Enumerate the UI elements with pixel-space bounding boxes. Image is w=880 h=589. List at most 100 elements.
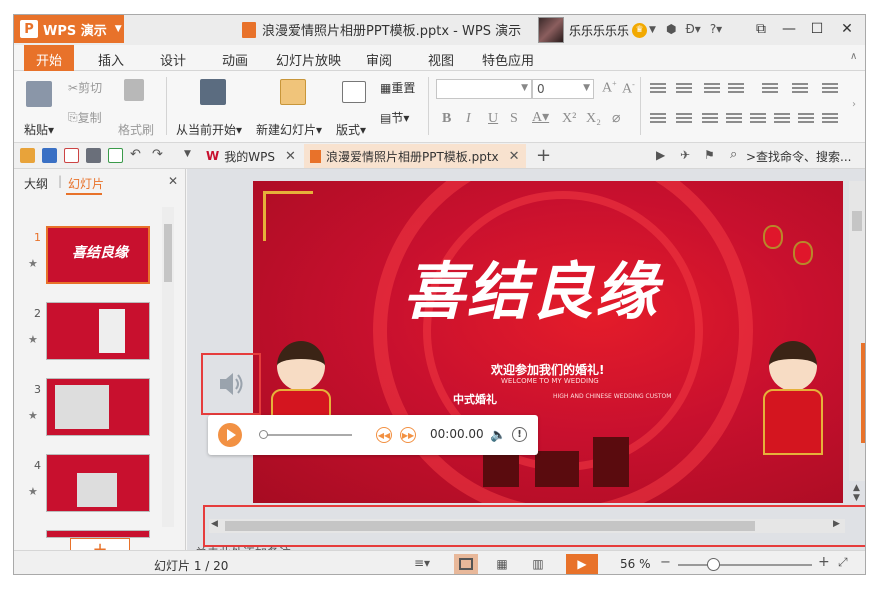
open-folder-icon[interactable] <box>20 148 35 163</box>
doc-tab-home[interactable]: W 我的WPS ✕ <box>200 144 302 168</box>
fit-window-icon[interactable]: ⤢ <box>838 555 848 570</box>
rewind-button[interactable]: ◀◀ <box>376 427 392 443</box>
seek-bar[interactable] <box>260 434 352 436</box>
slide-thumbnail-2[interactable] <box>46 302 150 360</box>
print-icon[interactable] <box>86 148 101 163</box>
align-right-icon[interactable] <box>702 113 718 125</box>
tab-review[interactable]: 审阅 <box>366 50 392 69</box>
collapse-ribbon-icon[interactable]: ∧ <box>850 51 857 62</box>
minimize-button[interactable]: — <box>778 19 800 39</box>
play-button[interactable] <box>218 423 242 447</box>
share-icon[interactable]: Ð▾ <box>685 22 700 36</box>
tab-insert[interactable]: 插入 <box>98 50 124 69</box>
audio-object[interactable] <box>201 353 261 415</box>
font-color-icon[interactable]: A▾ <box>532 109 549 126</box>
info-icon[interactable]: ! <box>512 427 527 442</box>
zoom-out-icon[interactable]: − <box>660 555 671 570</box>
numbered-list-icon[interactable] <box>676 83 692 95</box>
tab-slideshow[interactable]: 幻灯片放映 <box>276 50 341 69</box>
maximize-button[interactable]: ☐ <box>806 19 828 39</box>
tab-design[interactable]: 设计 <box>160 50 186 69</box>
forward-button[interactable]: ▶▶ <box>400 427 416 443</box>
next-slide-icon[interactable]: ▼ <box>853 493 860 503</box>
zoom-level[interactable]: 56 % <box>620 557 651 571</box>
increase-indent-icon[interactable] <box>728 83 744 95</box>
app-menu-button[interactable]: P WPS 演示 ▼ <box>14 15 124 43</box>
search-command-input[interactable]: >查找命令、搜索... <box>746 148 852 165</box>
customize-quick-access-icon[interactable]: ▼ <box>184 149 191 159</box>
slide-title[interactable]: 喜结良缘 <box>403 241 659 331</box>
zoom-slider[interactable] <box>678 564 812 566</box>
font-name-select[interactable]: ▼ <box>436 79 532 99</box>
distribute-icon[interactable] <box>750 113 766 125</box>
slide-sorter-button[interactable]: ▦ <box>490 554 514 574</box>
export-pdf-icon[interactable] <box>64 148 79 163</box>
tab-home[interactable]: 开始 <box>24 45 75 71</box>
bold-icon[interactable]: B <box>442 111 451 127</box>
close-icon[interactable]: ✕ <box>509 149 520 164</box>
new-slide-button[interactable]: 新建幻灯片 ▾ <box>256 121 322 138</box>
scroll-right-icon[interactable]: ▶ <box>833 519 840 529</box>
decrease-indent-icon[interactable] <box>704 83 720 95</box>
text-align-icon[interactable] <box>798 113 814 125</box>
play-slideshow-button[interactable]: ▶ <box>566 554 598 574</box>
more-paragraph-icon[interactable] <box>822 83 838 95</box>
text-direction-icon[interactable] <box>762 83 778 95</box>
reading-view-button[interactable]: ▥ <box>526 554 550 574</box>
slideshow-icon[interactable]: ▶ <box>656 148 665 162</box>
ribbon-scroll-right-icon[interactable]: › <box>852 99 856 110</box>
text-box-icon[interactable] <box>822 113 838 125</box>
normal-view-button[interactable] <box>454 554 478 574</box>
doc-tab-file[interactable]: 浪漫爱情照片相册PPT模板.pptx ✕ <box>304 144 526 168</box>
horizontal-scrollbar-thumb[interactable] <box>225 521 755 531</box>
close-icon[interactable]: ✕ <box>285 149 296 164</box>
from-current-button[interactable]: 从当前开始 ▾ <box>176 121 242 138</box>
slide-thumbnail-5[interactable] <box>46 530 150 538</box>
grow-font-icon[interactable]: A+ <box>602 79 617 97</box>
slide-thumbnail-1[interactable]: 喜结良缘 <box>46 226 150 284</box>
chevron-down-icon[interactable]: ▼ <box>649 25 656 35</box>
tab-view[interactable]: 视图 <box>428 50 454 69</box>
justify-icon[interactable] <box>726 113 742 125</box>
skin-icon[interactable]: ⬢ <box>666 22 676 36</box>
zoom-in-icon[interactable]: + <box>818 554 830 570</box>
line-spacing-icon[interactable] <box>774 113 790 125</box>
slide-thumbnail-4[interactable] <box>46 454 150 512</box>
avatar[interactable] <box>538 17 564 43</box>
task-pane-toggle[interactable] <box>861 343 865 443</box>
volume-icon[interactable]: 🔈 <box>490 428 506 443</box>
underline-icon[interactable]: U <box>488 111 498 127</box>
shrink-font-icon[interactable]: A- <box>622 80 635 98</box>
tab-special[interactable]: 特色应用 <box>482 50 534 69</box>
tab-animation[interactable]: 动画 <box>222 50 248 69</box>
undo-icon[interactable]: ↶ <box>130 147 141 162</box>
bullet-list-icon[interactable] <box>650 83 666 95</box>
seek-handle[interactable] <box>259 430 268 439</box>
tab-outline[interactable]: 大纲 <box>24 175 48 192</box>
reset-button[interactable]: ▦ 重置 <box>380 79 415 96</box>
paste-button[interactable]: 粘贴 ▾ <box>24 121 54 138</box>
notes-toggle-icon[interactable]: ≡▾ <box>414 556 430 570</box>
new-tab-icon[interactable]: + <box>536 145 551 166</box>
vertical-scrollbar-thumb[interactable] <box>852 211 862 231</box>
zoom-slider-handle[interactable] <box>707 558 720 571</box>
cloud-icon[interactable]: ⚑ <box>704 148 715 162</box>
align-left-icon[interactable] <box>650 113 666 125</box>
copy-button[interactable]: ⎘ 复制 <box>68 109 102 126</box>
tab-slides[interactable]: 幻灯片 <box>68 175 104 192</box>
columns-icon[interactable] <box>792 83 808 95</box>
panel-scrollbar-thumb[interactable] <box>164 224 172 282</box>
close-icon[interactable]: ✕ <box>168 174 178 188</box>
redo-icon[interactable]: ↷ <box>152 147 163 162</box>
slide-thumbnail-3[interactable] <box>46 378 150 436</box>
pin-icon[interactable]: ✈ <box>680 148 690 162</box>
help-icon[interactable]: ?▾ <box>710 22 722 36</box>
layout-button[interactable]: 版式 ▾ <box>336 121 366 138</box>
superscript-icon[interactable]: X² <box>562 111 576 127</box>
italic-icon[interactable]: I <box>466 111 471 127</box>
print-preview-icon[interactable] <box>108 148 123 163</box>
cut-button[interactable]: ✂ 剪切 <box>68 79 102 96</box>
user-area[interactable]: 乐乐乐乐乐 ♛ ▼ <box>538 16 656 44</box>
close-button[interactable]: ✕ <box>836 19 858 39</box>
restore-pane-icon[interactable]: ⧉ <box>750 19 772 39</box>
